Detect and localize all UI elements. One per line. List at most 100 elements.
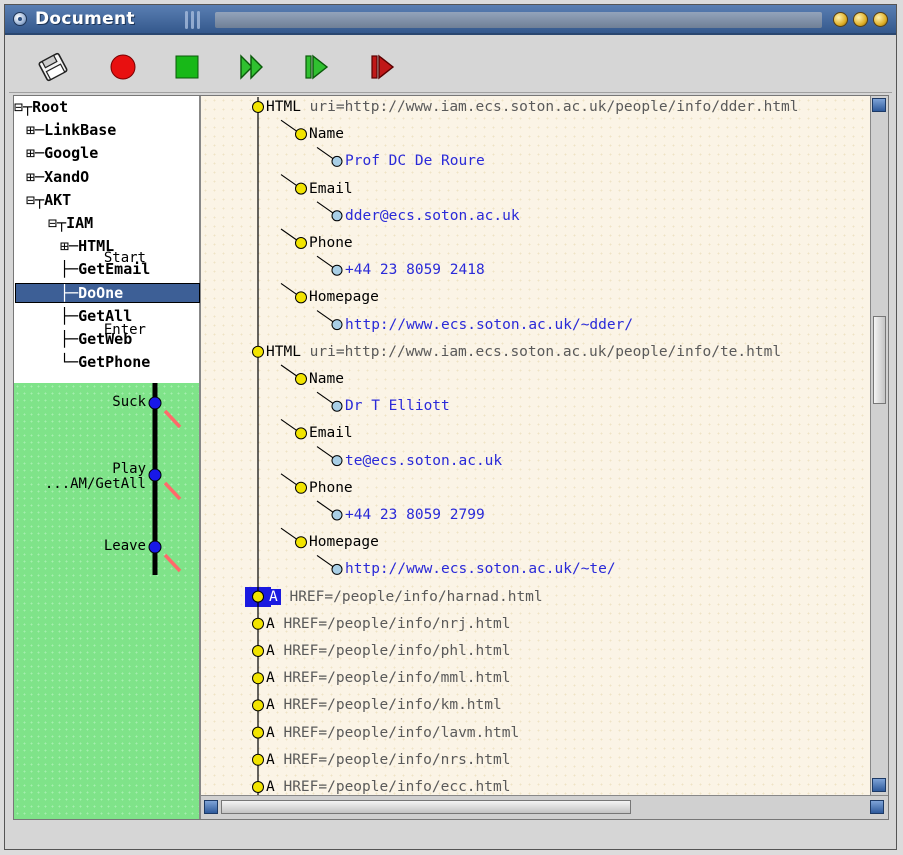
tree-item-xando[interactable]: ⊞─XandO: [26, 168, 89, 186]
title-bar-fill: [215, 12, 822, 28]
doc-element-tag: A: [266, 588, 281, 605]
toolbar: [9, 38, 892, 93]
doc-value-row[interactable]: +44 23 8059 2418: [345, 261, 485, 279]
doc-element-row[interactable]: HTML uri=http://www.iam.ecs.soton.ac.uk/…: [266, 98, 799, 116]
minimize-icon[interactable]: [833, 12, 848, 27]
tree-item-getphone[interactable]: └─GetPhone: [60, 353, 150, 371]
doc-leaf-icon: [331, 563, 343, 575]
title-bar[interactable]: Document: [5, 5, 896, 35]
doc-value-text: +44 23 8059 2799: [345, 507, 485, 523]
maximize-icon[interactable]: [853, 12, 868, 27]
doc-value-text: +44 23 8059 2418: [345, 262, 485, 279]
doc-value-text: http://www.ecs.soton.ac.uk/~te/: [345, 561, 616, 578]
tree-item-label: IAM: [66, 214, 94, 232]
doc-value-row[interactable]: Prof DC De Roure: [345, 152, 485, 170]
doc-element-attribute: HREF=/people/info/km.html: [283, 697, 502, 714]
flow-step-label[interactable]: Enter: [16, 322, 146, 338]
doc-element-tag: A: [266, 615, 275, 632]
doc-node-icon: [252, 781, 264, 793]
tree-item-label: GetPhone: [78, 353, 151, 372]
doc-node-icon: [295, 536, 307, 549]
close-icon[interactable]: [873, 12, 888, 27]
doc-value-text: Prof DC De Roure: [345, 153, 485, 170]
doc-element-row[interactable]: HTML uri=http://www.iam.ecs.soton.ac.uk/…: [266, 343, 781, 361]
doc-element-row[interactable]: A HREF=/people/info/mml.html: [266, 669, 510, 687]
doc-element-row[interactable]: Name: [309, 125, 344, 143]
doc-value-text: dder@ecs.soton.ac.uk: [345, 207, 520, 224]
doc-leaf-icon: [331, 264, 343, 276]
tree-item-label: DoOne: [78, 283, 124, 302]
doc-element-attribute: HREF=/people/info/ecc.html: [283, 779, 511, 795]
doc-node-icon: [295, 481, 307, 494]
flow-diagram: [148, 383, 182, 575]
window-menu-icon[interactable]: [13, 12, 27, 26]
doc-element-attribute: HREF=/people/info/harnad.html: [289, 588, 543, 605]
doc-value-row[interactable]: Dr T Elliott: [345, 397, 450, 415]
doc-element-row[interactable]: A HREF=/people/info/lavm.html: [266, 724, 519, 742]
scroll-right-button[interactable]: [870, 800, 884, 814]
flow-step-label[interactable]: Leave: [16, 538, 146, 554]
record-icon[interactable]: [107, 51, 139, 83]
doc-element-attribute: HREF=/people/info/lavm.html: [283, 724, 520, 741]
doc-value-row[interactable]: +44 23 8059 2799: [345, 506, 485, 524]
doc-element-row[interactable]: Email: [309, 180, 353, 198]
flow-step-sublabel: ...AM/GetAll: [44, 476, 146, 492]
step-end-icon[interactable]: [367, 51, 399, 83]
tree-item-google[interactable]: ⊞─Google: [26, 144, 98, 162]
doc-element-tag: A: [266, 751, 275, 768]
doc-element-tag: Phone: [309, 235, 353, 251]
doc-element-row[interactable]: Phone: [309, 479, 353, 497]
save-disk-icon[interactable]: [37, 51, 69, 83]
tree-item-label: Root: [32, 98, 69, 116]
flow-step-name: Suck: [112, 394, 146, 410]
doc-value-text: te@ecs.soton.ac.uk: [345, 452, 503, 469]
flow-step-label[interactable]: Start: [16, 250, 146, 266]
horizontal-scroll-thumb[interactable]: [221, 800, 631, 814]
vertical-scrollbar[interactable]: [870, 96, 888, 796]
scroll-up-button[interactable]: [872, 98, 886, 112]
content-area: ⊟┬Root ⊞─LinkBase ⊞─Google ⊞─XandO ⊟┬AKT ⊟┬IA…: [13, 95, 889, 820]
doc-node-icon: [252, 672, 264, 685]
vertical-scroll-thumb[interactable]: [873, 316, 886, 405]
doc-element-row[interactable]: Homepage: [309, 288, 379, 306]
tree-item-root[interactable]: ⊟┬Root: [14, 98, 68, 116]
doc-element-row[interactable]: A HREF=/people/info/ecc.html: [266, 778, 510, 796]
play-icon[interactable]: [301, 51, 333, 83]
doc-leaf-icon: [331, 400, 343, 412]
doc-value-row[interactable]: http://www.ecs.soton.ac.uk/~te/: [345, 560, 616, 578]
document-tree-lines: [252, 97, 343, 796]
tree-connector-icon: ⊟┬: [26, 190, 45, 209]
stop-icon[interactable]: [171, 51, 203, 83]
tree-item-doone[interactable]: ├─DoOne: [15, 282, 200, 303]
doc-leaf-icon: [331, 155, 343, 167]
doc-element-row[interactable]: A HREF=/people/info/phl.html: [266, 642, 510, 660]
doc-element-row[interactable]: Phone: [309, 234, 353, 252]
doc-element-row[interactable]: A HREF=/people/info/harnad.html: [266, 588, 543, 606]
doc-element-row[interactable]: Email: [309, 424, 353, 442]
flow-exit-icon: [163, 553, 182, 573]
scroll-down-button[interactable]: [872, 778, 886, 792]
doc-value-row[interactable]: te@ecs.soton.ac.uk: [345, 452, 502, 470]
flow-step-play-icon: [148, 468, 162, 482]
tree-item-akt[interactable]: ⊟┬AKT: [26, 191, 71, 209]
flow-step-label[interactable]: Play ...AM/GetAll: [16, 461, 146, 492]
tree-item-linkbase[interactable]: ⊞─LinkBase: [26, 121, 116, 139]
doc-value-row[interactable]: dder@ecs.soton.ac.uk: [345, 207, 520, 225]
step-forward-icon[interactable]: [237, 51, 269, 83]
doc-element-row[interactable]: Name: [309, 370, 344, 388]
doc-element-tag: A: [266, 697, 275, 714]
doc-value-row[interactable]: http://www.ecs.soton.ac.uk/~dder/: [345, 316, 633, 334]
doc-node-icon: [295, 182, 307, 195]
doc-element-row[interactable]: Homepage: [309, 533, 379, 551]
doc-element-row[interactable]: A HREF=/people/info/km.html: [266, 696, 502, 714]
tree-item-iam[interactable]: ⊟┬IAM: [48, 214, 93, 232]
doc-element-row[interactable]: A HREF=/people/info/nrs.html: [266, 751, 510, 769]
flow-step-suck-icon: [148, 396, 162, 410]
doc-element-row[interactable]: A HREF=/people/info/nrj.html: [266, 615, 510, 633]
flow-step-label[interactable]: Suck: [16, 394, 146, 410]
doc-node-icon: [295, 427, 307, 440]
doc-node-icon: [252, 345, 264, 358]
scroll-left-button[interactable]: [204, 800, 218, 814]
horizontal-scrollbar[interactable]: [201, 795, 888, 819]
flow-step-leave-icon: [148, 540, 162, 554]
